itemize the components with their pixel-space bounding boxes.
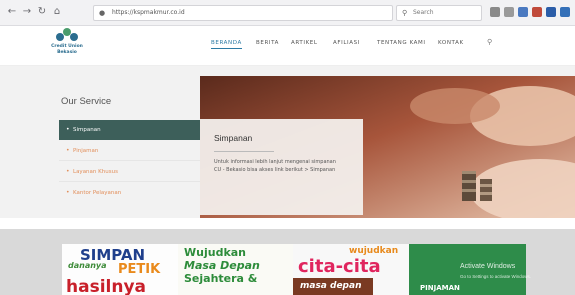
search-placeholder: Search xyxy=(413,9,434,16)
search-icon: ⚲ xyxy=(402,9,408,17)
banner-text-masa-depan-2: masa depan xyxy=(300,281,362,291)
activation-watermark-sub: Go to Settings to activate Windows. xyxy=(460,274,532,279)
service-item-pinjaman[interactable]: • Pinjaman xyxy=(59,141,200,161)
brand-logo[interactable]: Credit Union Bekasio xyxy=(47,28,87,64)
service-item-label: Simpanan xyxy=(73,127,101,133)
service-item-label: Pinjaman xyxy=(73,148,99,154)
nav-tentang-kami[interactable]: TENTANG KAMI xyxy=(377,40,426,46)
service-item-label: Kantor Pelayanan xyxy=(73,190,122,196)
banner-text-sejahtera: Sejahtera & xyxy=(184,272,258,285)
logo-icon xyxy=(56,28,78,44)
card-divider xyxy=(214,151,274,152)
browser-search-input[interactable]: ⚲ Search xyxy=(396,5,482,21)
service-item-layanan-khusus[interactable]: • Layanan Khusus xyxy=(59,162,200,182)
browser-toolbar: ← → ↻ ⌂ ● https://kspmakmur.co.id ⚲ Sear… xyxy=(0,0,575,26)
activation-watermark-title: Activate Windows xyxy=(460,263,516,270)
nav-beranda[interactable]: BERANDA xyxy=(211,40,242,49)
arrow-left-icon[interactable]: ← xyxy=(6,5,18,19)
library-icon[interactable] xyxy=(490,7,500,17)
url-text: https://kspmakmur.co.id xyxy=(112,9,185,16)
card-desc-line2: CU - Bekasio bisa akses link berikut > S… xyxy=(214,167,336,173)
banner-text-masa-depan: Masa Depan xyxy=(184,259,260,272)
banner-text-wujudkan: Wujudkan xyxy=(184,246,247,259)
arrow-right-icon[interactable]: → xyxy=(21,5,33,19)
banner-text-dananya: dananya xyxy=(68,261,107,270)
nav-artikel[interactable]: ARTIKEL xyxy=(291,40,318,46)
address-bar[interactable]: ● https://kspmakmur.co.id xyxy=(93,5,393,21)
banner-text-cita-cita: cita-cita xyxy=(298,256,381,277)
bullet-icon: • xyxy=(66,147,70,154)
banner-text-wujudkan-2: wujudkan xyxy=(349,246,399,256)
reload-icon[interactable]: ↻ xyxy=(36,5,48,19)
our-service-section: Our Service • Simpanan • Pinjaman • Laya… xyxy=(0,66,575,218)
nav-afiliasi[interactable]: AFILIASI xyxy=(333,40,360,46)
nav-berita[interactable]: BERITA xyxy=(256,40,279,46)
promo-banner-area: SIMPAN dananya PETIK hasilnya Wujudkan M… xyxy=(0,229,575,295)
service-item-label: Layanan Khusus xyxy=(73,169,118,175)
brand-line2: Bekasio xyxy=(57,50,77,55)
site-search-icon[interactable]: ⚲ xyxy=(487,38,492,46)
lock-icon: ● xyxy=(99,9,106,17)
banner-text-hasilnya: hasilnya xyxy=(66,277,147,295)
card-title: Simpanan xyxy=(214,133,253,143)
service-item-simpanan[interactable]: • Simpanan xyxy=(59,120,200,140)
service-item-kantor-pelayanan[interactable]: • Kantor Pelayanan xyxy=(59,183,200,203)
card-desc-line1: Untuk informasi lebih lanjut mengenai si… xyxy=(214,159,336,165)
pocket-icon[interactable] xyxy=(532,7,542,17)
promo-banner[interactable]: SIMPAN dananya PETIK hasilnya Wujudkan M… xyxy=(62,244,526,295)
sidebar-icon[interactable] xyxy=(504,7,514,17)
account-icon[interactable] xyxy=(546,7,556,17)
section-title: Our Service xyxy=(61,96,112,107)
site-header: Credit Union Bekasio BERANDA BERITA ARTI… xyxy=(0,26,575,66)
banner-text-pinjaman: PINJAMAN xyxy=(420,284,460,292)
nav-kontak[interactable]: KONTAK xyxy=(438,40,464,46)
bullet-icon: • xyxy=(66,168,70,175)
home-icon[interactable]: ⌂ xyxy=(51,5,63,19)
bullet-icon: • xyxy=(66,189,70,196)
banner-text-petik: PETIK xyxy=(118,262,161,277)
extension-icon[interactable] xyxy=(518,7,528,17)
service-detail-card: Simpanan Untuk informasi lebih lanjut me… xyxy=(200,119,363,215)
menu-icon[interactable] xyxy=(560,7,570,17)
bullet-icon: • xyxy=(66,126,70,133)
